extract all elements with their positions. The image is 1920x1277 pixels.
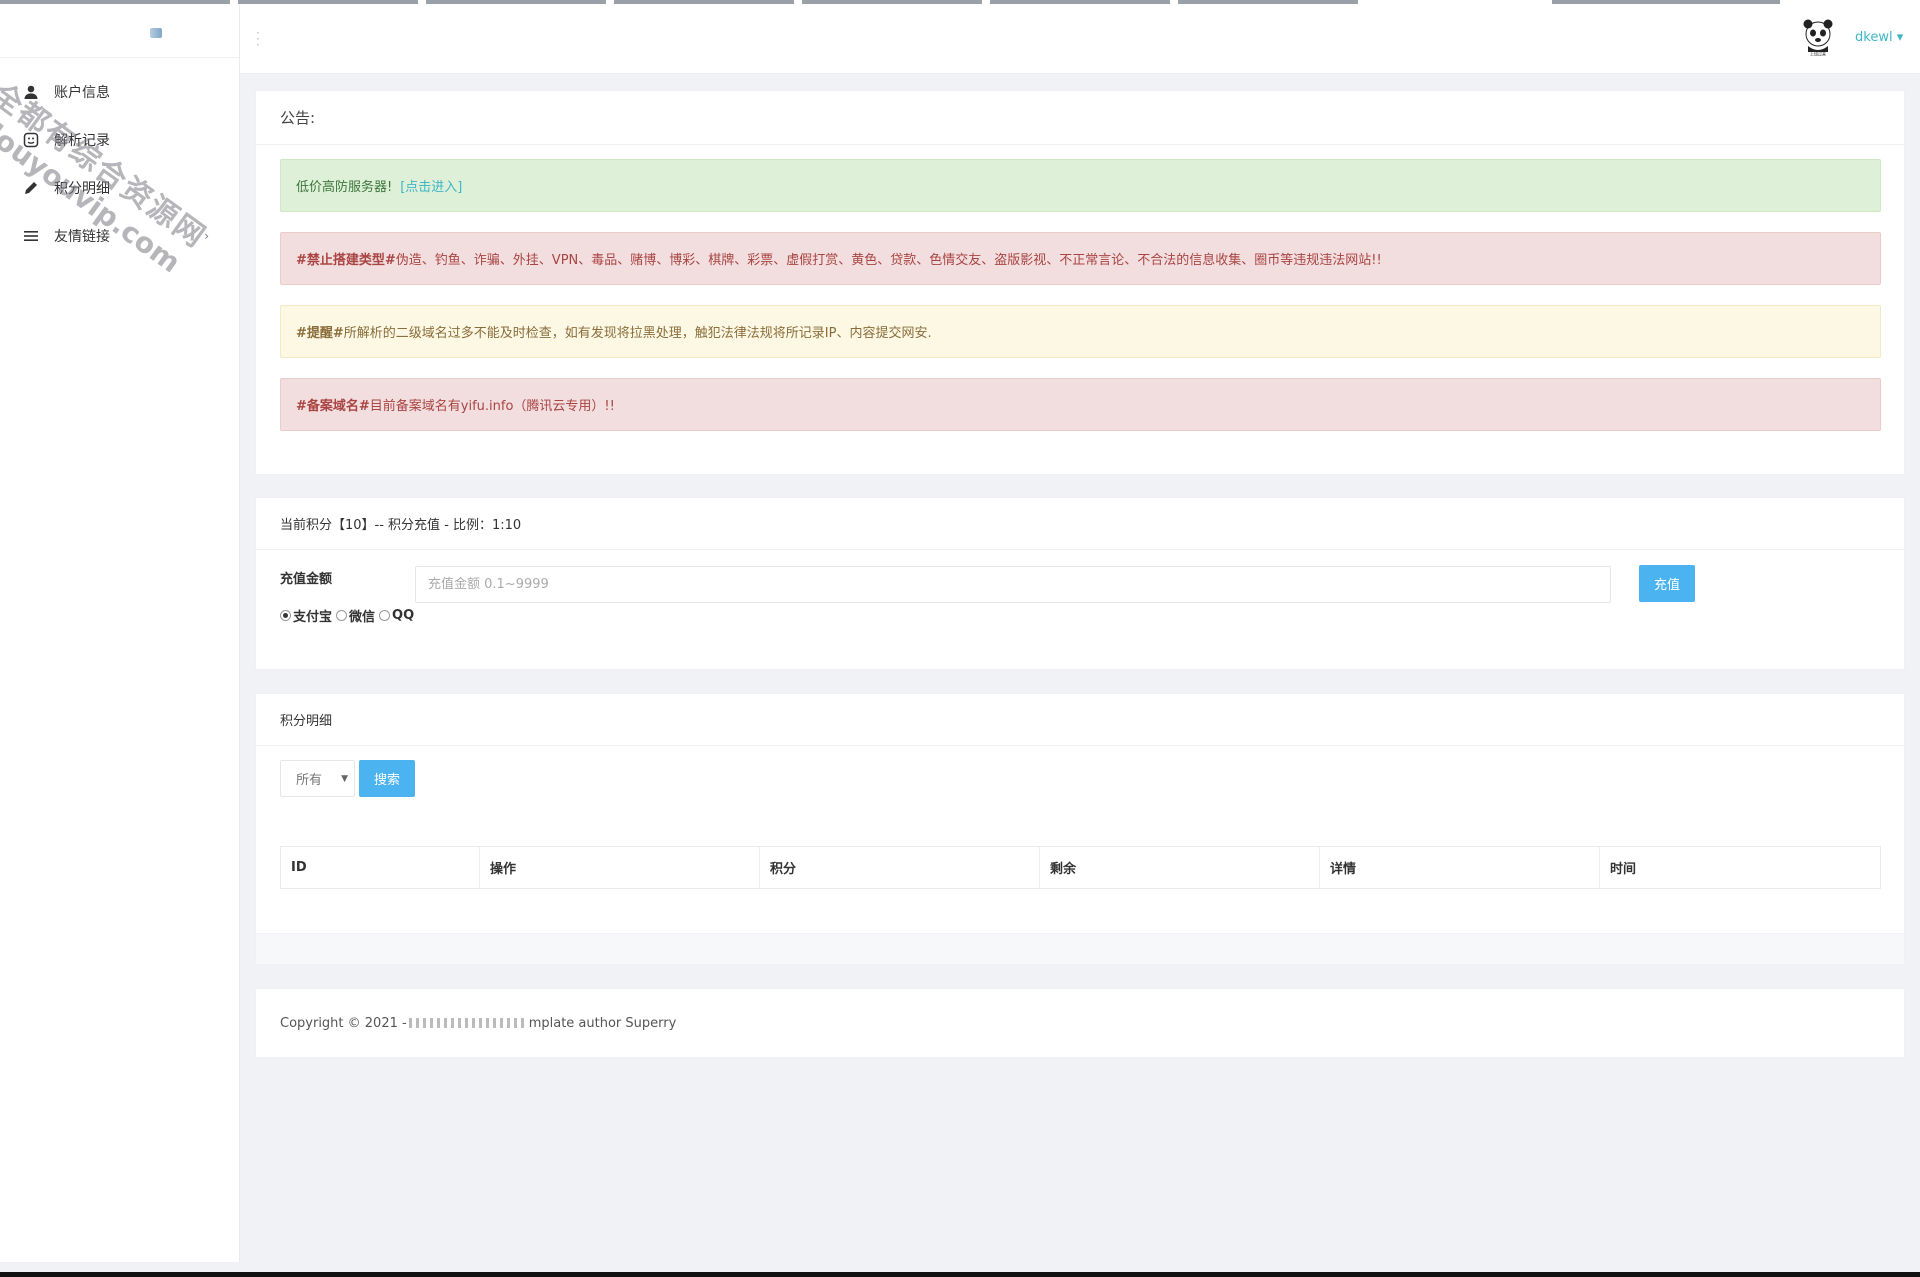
column-header-time[interactable]: 时间 bbox=[1600, 847, 1880, 888]
alert-text: 低价高防服务器! bbox=[296, 180, 393, 195]
alert-warning-reminder: #提醒# 所解析的二级域名过多不能及时检查，如有发现将拉黑处理，触犯法律法规将所… bbox=[280, 305, 1881, 358]
chevron-down-icon: ▾ bbox=[1896, 30, 1904, 45]
type-filter-select[interactable]: 所有 ▼ bbox=[280, 760, 355, 797]
sidebar-item-links[interactable]: 友情链接 › bbox=[0, 212, 239, 260]
column-header-remaining[interactable]: 剩余 bbox=[1040, 847, 1320, 888]
amount-input[interactable] bbox=[415, 566, 1611, 603]
enter-link[interactable]: [点击进入] bbox=[400, 176, 462, 195]
svg-text:上班过来: 上班过来 bbox=[1810, 51, 1826, 57]
sidebar-item-label: 友情链接 bbox=[54, 229, 110, 245]
panda-meme-avatar-icon: 上班过来 bbox=[1803, 19, 1833, 57]
radio-wechat[interactable]: 微信 bbox=[336, 606, 375, 625]
radio-dot-icon bbox=[280, 610, 291, 621]
table-footer bbox=[256, 933, 1904, 964]
username-label: dkewl bbox=[1855, 30, 1893, 45]
user-menu[interactable]: dkewl ▾ bbox=[1855, 30, 1903, 45]
alert-danger-prohibited: #禁止搭建类型# 伪造、钓鱼、诈骗、外挂、VPN、毒品、赌博、博彩、棋牌、彩票、… bbox=[280, 232, 1881, 285]
brand-area bbox=[0, 0, 239, 58]
alert-text: 所解析的二级域名过多不能及时检查，如有发现将拉黑处理，触犯法律法规将所记录IP、… bbox=[343, 326, 932, 341]
radio-alipay[interactable]: 支付宝 bbox=[280, 606, 332, 625]
column-header-action[interactable]: 操作 bbox=[480, 847, 760, 888]
menu-icon bbox=[22, 227, 40, 245]
points-card: 积分明细 所有 ▼ 搜索 ID 操作 积分 剩余 详情 时间 bbox=[255, 693, 1905, 965]
window-bottom-edge bbox=[0, 1272, 1920, 1277]
sidebar-item-label: 解析记录 bbox=[54, 133, 110, 149]
sidebar-item-points[interactable]: 积分明细 bbox=[0, 164, 239, 212]
pencil-icon bbox=[22, 179, 40, 197]
radio-label: 微信 bbox=[349, 610, 376, 625]
chevron-right-icon: › bbox=[204, 229, 209, 243]
sidebar: 账户信息 解析记录 积分明细 友情链接 › bbox=[0, 0, 240, 1262]
avatar[interactable]: 上班过来 bbox=[1796, 16, 1840, 60]
radio-qq[interactable]: QQ bbox=[379, 608, 414, 623]
alert-success: 低价高防服务器! [点击进入] bbox=[280, 159, 1881, 212]
recharge-title: 当前积分【10】-- 积分充值 - 比例：1:10 bbox=[256, 498, 1904, 550]
alert-text: 伪造、钓鱼、诈骗、外挂、VPN、毒品、赌博、博彩、棋牌、彩票、虚假打赏、黄色、贷… bbox=[395, 253, 1382, 268]
radio-label: QQ bbox=[392, 608, 415, 623]
sidebar-item-records[interactable]: 解析记录 bbox=[0, 116, 239, 164]
sidebar-item-label: 账户信息 bbox=[54, 85, 110, 101]
top-header: · · · 上班过来 dkewl ▾ bbox=[240, 0, 1920, 74]
column-header-points[interactable]: 积分 bbox=[760, 847, 1040, 888]
payment-method-group: 支付宝 微信 QQ bbox=[280, 606, 418, 625]
chevron-down-icon: ▼ bbox=[341, 773, 348, 784]
alert-tag: #提醒# bbox=[296, 326, 344, 341]
radio-dot-icon bbox=[336, 610, 348, 621]
sidebar-toggle-icon[interactable]: · · · bbox=[256, 27, 260, 51]
record-icon bbox=[22, 131, 40, 149]
radio-label: 支付宝 bbox=[293, 610, 333, 625]
notice-title: 公告: bbox=[256, 91, 1904, 145]
notice-card: 公告: 低价高防服务器! [点击进入] #禁止搭建类型# 伪造、钓鱼、诈骗、外挂… bbox=[255, 90, 1905, 475]
search-button[interactable]: 搜索 bbox=[359, 760, 415, 797]
sidebar-item-account[interactable]: 账户信息 bbox=[0, 68, 239, 116]
alert-tag: #备案域名# bbox=[296, 399, 370, 414]
loading-strip bbox=[0, 0, 1920, 4]
amount-label: 充值金额 bbox=[280, 572, 333, 587]
radio-dot-icon bbox=[379, 610, 391, 621]
recharge-card: 当前积分【10】-- 积分充值 - 比例：1:10 充值金额 充值 支付宝 微信… bbox=[255, 497, 1905, 670]
alert-tag: #禁止搭建类型# bbox=[296, 253, 396, 268]
user-icon bbox=[22, 83, 40, 101]
points-title: 积分明细 bbox=[256, 694, 1904, 746]
alert-text: 目前备案域名有yifu.info（腾讯云专用）!! bbox=[369, 399, 615, 414]
redacted-site-name bbox=[408, 1018, 527, 1028]
sidebar-item-label: 积分明细 bbox=[54, 181, 110, 197]
sidebar-nav: 账户信息 解析记录 积分明细 友情链接 › bbox=[0, 58, 239, 260]
copyright-text: Copyright © 2021 - bbox=[280, 1015, 407, 1031]
select-value: 所有 bbox=[296, 773, 323, 788]
brand-logo bbox=[150, 28, 162, 38]
template-author-text: mplate author Superry bbox=[528, 1015, 677, 1031]
points-table-header: ID 操作 积分 剩余 详情 时间 bbox=[280, 846, 1881, 889]
recharge-button[interactable]: 充值 bbox=[1639, 565, 1695, 602]
column-header-id[interactable]: ID bbox=[281, 847, 480, 888]
column-header-details[interactable]: 详情 bbox=[1320, 847, 1600, 888]
alert-danger-domain: #备案域名# 目前备案域名有yifu.info（腾讯云专用）!! bbox=[280, 378, 1881, 431]
page-footer: Copyright © 2021 - mplate author Superry bbox=[255, 988, 1905, 1058]
